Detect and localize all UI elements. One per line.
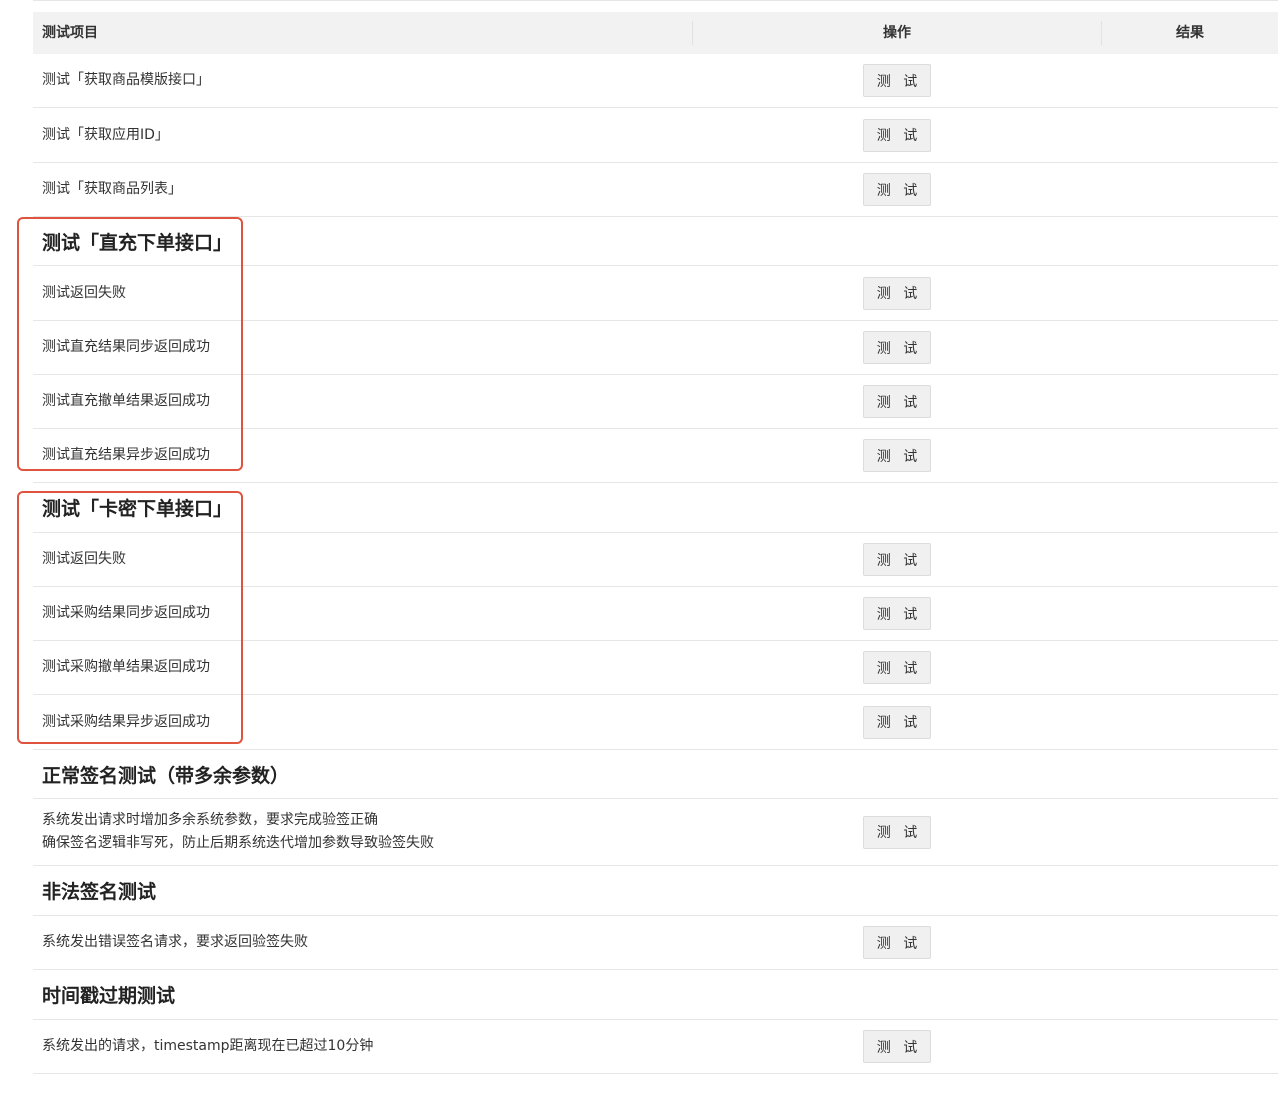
test-item-label: 系统发出错误签名请求，要求返回验签失败 bbox=[42, 934, 308, 950]
test-item-label: 测试返回失败 bbox=[42, 284, 126, 301]
section-title-normal-sign: 正常签名测试（带多余参数） bbox=[33, 750, 1278, 799]
table-row: 系统发出的请求，timestamp距离现在已超过10分钟 测 试 bbox=[33, 1020, 1278, 1074]
table-row: 测试采购结果同步返回成功 测 试 bbox=[33, 587, 1278, 641]
top-divider bbox=[33, 0, 1278, 1]
table-row: 测试「获取应用ID」 测 试 bbox=[33, 108, 1278, 163]
table-row: 测试返回失败 测 试 bbox=[33, 533, 1278, 587]
table-row: 测试返回失败 测 试 bbox=[33, 266, 1278, 321]
test-button[interactable]: 测 试 bbox=[863, 385, 931, 418]
table-row: 测试「获取商品模版接口」 测 试 bbox=[33, 54, 1278, 108]
table-row: 测试「获取商品列表」 测 试 bbox=[33, 163, 1278, 217]
header-result: 结果 bbox=[1176, 25, 1204, 41]
header-test-item: 测试项目 bbox=[33, 21, 693, 45]
test-item-label: 测试直充结果异步返回成功 bbox=[42, 447, 210, 463]
test-item-label: 测试「获取应用ID」 bbox=[42, 126, 169, 143]
description-line: 确保签名逻辑非写死，防止后期系统迭代增加参数导致验签失败 bbox=[42, 835, 434, 851]
table-header: 测试项目 操作 结果 bbox=[33, 12, 1278, 54]
header-operation: 操作 bbox=[693, 21, 1102, 45]
test-item-label: 系统发出的请求，timestamp距离现在已超过10分钟 bbox=[42, 1038, 374, 1054]
test-button[interactable]: 测 试 bbox=[863, 705, 931, 739]
test-item-label: 测试采购撤单结果返回成功 bbox=[42, 659, 210, 675]
section-title-direct: 测试「直充下单接口」 bbox=[33, 217, 1278, 266]
test-table: 测试项目 操作 结果 测试「获取商品模版接口」 测 试 测试「获取应用ID」 测… bbox=[33, 12, 1278, 1074]
test-button[interactable]: 测 试 bbox=[863, 815, 931, 849]
table-row: 测试直充结果同步返回成功 测 试 bbox=[33, 321, 1278, 375]
test-button[interactable]: 测 试 bbox=[863, 331, 931, 364]
section-title-illegal-sign: 非法签名测试 bbox=[33, 866, 1278, 916]
table-row: 系统发出错误签名请求，要求返回验签失败 测 试 bbox=[33, 916, 1278, 970]
test-item-label: 测试「获取商品模版接口」 bbox=[42, 72, 210, 88]
test-item-label: 测试采购结果异步返回成功 bbox=[42, 713, 210, 730]
test-button[interactable]: 测 试 bbox=[863, 1030, 931, 1063]
table-row: 测试直充结果异步返回成功 测 试 bbox=[33, 429, 1278, 483]
test-button[interactable]: 测 试 bbox=[863, 276, 931, 310]
description-line: 系统发出请求时增加多余系统参数，要求完成验签正确 bbox=[42, 812, 378, 828]
test-button[interactable]: 测 试 bbox=[863, 597, 931, 630]
table-row: 测试采购结果异步返回成功 测 试 bbox=[33, 695, 1278, 750]
test-button[interactable]: 测 试 bbox=[863, 651, 931, 684]
test-item-label: 测试采购结果同步返回成功 bbox=[42, 605, 210, 621]
test-button[interactable]: 测 试 bbox=[863, 926, 931, 959]
test-item-label: 测试返回失败 bbox=[42, 551, 126, 567]
table-row: 测试采购撤单结果返回成功 测 试 bbox=[33, 641, 1278, 695]
test-button[interactable]: 测 试 bbox=[863, 118, 931, 152]
test-item-label: 测试「获取商品列表」 bbox=[42, 181, 182, 197]
section-title-timestamp: 时间戳过期测试 bbox=[33, 970, 1278, 1020]
test-button[interactable]: 测 试 bbox=[863, 64, 931, 97]
test-item-label: 系统发出请求时增加多余系统参数，要求完成验签正确 确保签名逻辑非写死，防止后期系… bbox=[33, 809, 693, 855]
table-row: 系统发出请求时增加多余系统参数，要求完成验签正确 确保签名逻辑非写死，防止后期系… bbox=[33, 799, 1278, 866]
test-item-label: 测试直充结果同步返回成功 bbox=[42, 339, 210, 355]
table-row: 测试直充撤单结果返回成功 测 试 bbox=[33, 375, 1278, 429]
test-button[interactable]: 测 试 bbox=[863, 439, 931, 472]
test-button[interactable]: 测 试 bbox=[863, 543, 931, 576]
test-item-label: 测试直充撤单结果返回成功 bbox=[42, 393, 210, 409]
section-title-card: 测试「卡密下单接口」 bbox=[33, 483, 1278, 533]
test-button[interactable]: 测 试 bbox=[863, 173, 931, 206]
